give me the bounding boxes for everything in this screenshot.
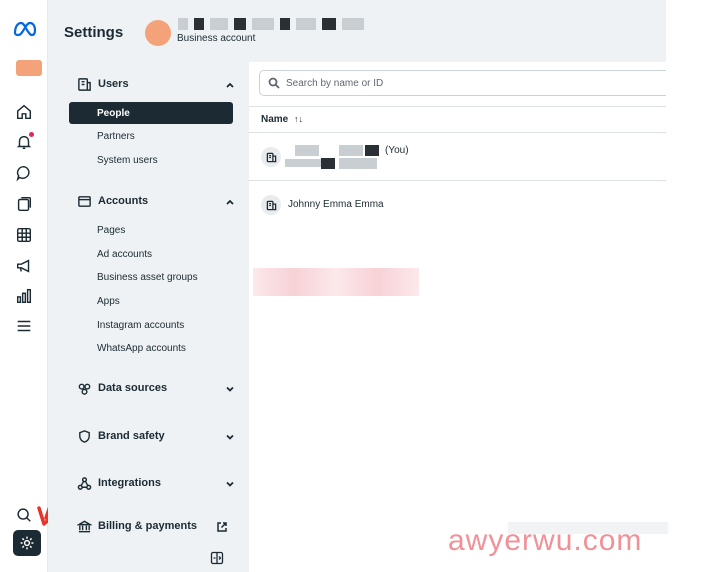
- section-label: Brand safety: [98, 430, 165, 442]
- chevron-down-icon: [224, 382, 236, 394]
- table-row[interactable]: Johnny Emma Emma: [249, 181, 666, 227]
- data-sources-icon: [76, 380, 92, 396]
- pages-stack-icon[interactable]: [14, 194, 34, 214]
- bank-icon: [76, 518, 92, 534]
- people-panel: Name ↑↓ (You) Johnny Emma Emma: [249, 62, 666, 572]
- page-title: Settings: [64, 24, 124, 41]
- section-label: Integrations: [98, 477, 161, 489]
- settings-header: Settings Business account: [48, 0, 666, 62]
- menu-hamburger-icon[interactable]: [14, 316, 34, 336]
- notification-dot: [29, 132, 34, 137]
- meta-logo-icon[interactable]: [12, 16, 38, 42]
- section-brand-safety-header[interactable]: Brand safety: [76, 427, 236, 445]
- section-label: Accounts: [98, 195, 149, 207]
- user-name: Johnny Emma Emma: [288, 199, 384, 210]
- sidebar-item-business-asset-groups[interactable]: Business asset groups: [97, 272, 198, 283]
- search-field[interactable]: [259, 70, 666, 96]
- external-link-icon[interactable]: [216, 520, 228, 532]
- notifications-bell-icon[interactable]: [14, 132, 34, 152]
- settings-gear-button[interactable]: [13, 530, 41, 556]
- search-icon[interactable]: [14, 505, 34, 525]
- watermark: awyerwu.com: [448, 524, 643, 557]
- section-accounts-header[interactable]: Accounts: [76, 192, 236, 210]
- sidebar-item-instagram-accounts[interactable]: Instagram accounts: [97, 320, 184, 331]
- section-label: Data sources: [98, 382, 168, 394]
- table-grid-icon[interactable]: [14, 225, 34, 245]
- divider: [249, 106, 666, 107]
- page-margin: [666, 0, 724, 572]
- shield-icon: [76, 428, 92, 444]
- chevron-down-icon: [224, 477, 236, 489]
- sidebar-item-ad-accounts[interactable]: Ad accounts: [97, 249, 152, 260]
- redacted-name: [295, 145, 319, 156]
- sidebar-item-system-users[interactable]: System users: [97, 155, 158, 166]
- account-avatar[interactable]: [145, 20, 171, 46]
- gear-icon: [20, 536, 34, 550]
- business-avatar[interactable]: [16, 60, 42, 76]
- section-label: Users: [98, 78, 129, 90]
- collapse-sidebar-icon[interactable]: [210, 551, 224, 565]
- chevron-up-icon: [224, 78, 236, 90]
- accounts-icon: [76, 193, 92, 209]
- sort-icon[interactable]: ↑↓: [294, 114, 303, 124]
- account-type-label: Business account: [177, 33, 256, 44]
- section-integrations-header[interactable]: Integrations: [76, 474, 236, 492]
- redacted-area: [253, 268, 419, 296]
- users-icon: [76, 76, 92, 92]
- sidebar-item-apps[interactable]: Apps: [97, 296, 120, 307]
- chevron-down-icon: [224, 430, 236, 442]
- table-row[interactable]: (You): [249, 133, 666, 180]
- column-header-name[interactable]: Name: [261, 114, 288, 125]
- integrations-icon: [76, 475, 92, 491]
- account-name-redacted: [178, 18, 408, 30]
- sidebar-item-people[interactable]: People: [69, 102, 233, 124]
- app-window: Settings Business account Users People P…: [0, 0, 724, 572]
- home-icon[interactable]: [14, 102, 34, 122]
- section-billing-header[interactable]: Billing & payments: [76, 517, 236, 535]
- search-input[interactable]: [286, 77, 646, 89]
- sidebar-item-whatsapp-accounts[interactable]: WhatsApp accounts: [97, 343, 186, 354]
- search-icon: [268, 77, 280, 89]
- section-data-sources-header[interactable]: Data sources: [76, 379, 236, 397]
- chevron-up-icon: [224, 195, 236, 207]
- section-users-header[interactable]: Users: [76, 75, 236, 93]
- you-label: (You): [385, 145, 409, 156]
- chat-bubble-icon[interactable]: [14, 163, 34, 183]
- megaphone-icon[interactable]: [14, 256, 34, 276]
- user-badge-icon: [261, 195, 281, 215]
- sidebar-item-pages[interactable]: Pages: [97, 225, 125, 236]
- bar-chart-icon[interactable]: [14, 286, 34, 306]
- user-badge-icon: [261, 147, 281, 167]
- settings-sidebar: Users People Partners System users Accou…: [48, 62, 249, 572]
- sidebar-item-partners[interactable]: Partners: [97, 131, 135, 142]
